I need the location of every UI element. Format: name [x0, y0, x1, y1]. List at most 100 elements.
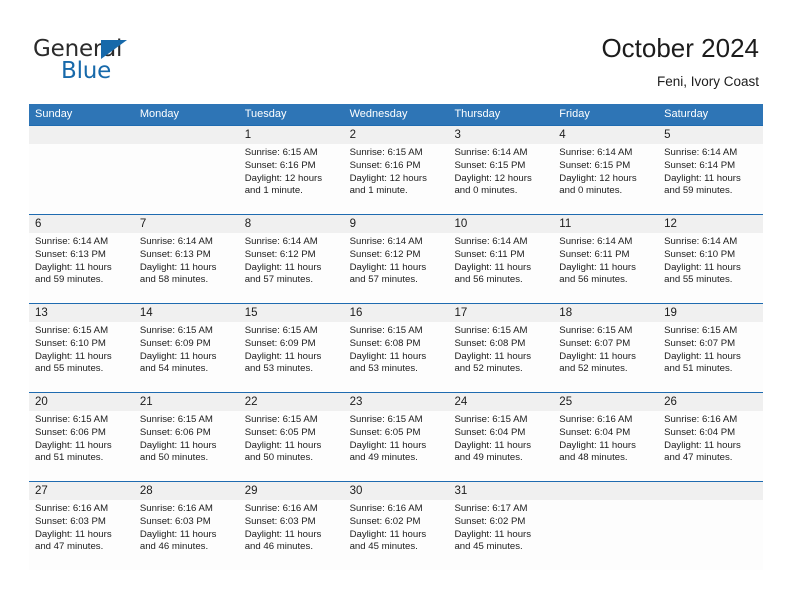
day-cell[interactable]: Sunrise: 6:14 AM Sunset: 6:12 PM Dayligh…: [239, 233, 344, 303]
daylight-text: Daylight: 11 hours: [664, 350, 741, 362]
weekday-header-sunday: Sunday: [35, 108, 73, 120]
day-number[interactable]: 6: [29, 215, 134, 233]
day-cell[interactable]: Sunrise: 6:14 AM Sunset: 6:11 PM Dayligh…: [553, 233, 658, 303]
calendar-week-row: 13 14 15 16 17 18 19 Sunrise: 6:15 AM Su…: [29, 303, 763, 392]
sunrise-text: Sunrise: 6:15 AM: [349, 325, 423, 336]
day-number[interactable]: 24: [448, 393, 553, 411]
day-number[interactable]: 18: [553, 304, 658, 322]
day-number[interactable]: 31: [448, 482, 553, 500]
sunset-text: Sunset: 6:07 PM: [559, 337, 631, 349]
day-cell[interactable]: Sunrise: 6:14 AM Sunset: 6:15 PM Dayligh…: [553, 144, 658, 214]
day-number[interactable]: 26: [658, 393, 763, 411]
sunset-text: Sunset: 6:10 PM: [664, 248, 736, 260]
day-cell[interactable]: Sunrise: 6:15 AM Sunset: 6:09 PM Dayligh…: [134, 322, 239, 392]
day-cell[interactable]: Sunrise: 6:15 AM Sunset: 6:07 PM Dayligh…: [553, 322, 658, 392]
day-number[interactable]: 8: [239, 215, 344, 233]
day-number[interactable]: 4: [553, 126, 658, 144]
daylight-text-cont: and 45 minutes.: [349, 541, 418, 553]
day-number[interactable]: [134, 126, 239, 144]
day-number[interactable]: 15: [239, 304, 344, 322]
day-number[interactable]: 3: [448, 126, 553, 144]
day-number[interactable]: 30: [344, 482, 449, 500]
day-number[interactable]: 25: [553, 393, 658, 411]
sunset-text: Sunset: 6:13 PM: [139, 248, 211, 260]
week-date-band: 27 28 29 30 31: [29, 482, 763, 500]
daylight-text-cont: and 55 minutes.: [35, 363, 104, 375]
day-cell[interactable]: Sunrise: 6:14 AM Sunset: 6:11 PM Dayligh…: [448, 233, 553, 303]
day-cell[interactable]: [134, 144, 239, 214]
day-cell[interactable]: Sunrise: 6:15 AM Sunset: 6:09 PM Dayligh…: [239, 322, 344, 392]
day-cell[interactable]: Sunrise: 6:15 AM Sunset: 6:05 PM Dayligh…: [344, 411, 449, 481]
day-number[interactable]: [29, 126, 134, 144]
day-cell[interactable]: Sunrise: 6:16 AM Sunset: 6:02 PM Dayligh…: [344, 500, 449, 570]
sunrise-text: Sunrise: 6:14 AM: [244, 236, 318, 247]
day-number[interactable]: 21: [134, 393, 239, 411]
day-cell[interactable]: [553, 500, 658, 570]
day-cell[interactable]: Sunrise: 6:15 AM Sunset: 6:04 PM Dayligh…: [448, 411, 553, 481]
daylight-text-cont: and 53 minutes.: [349, 363, 418, 375]
day-cell[interactable]: [658, 500, 763, 570]
day-number[interactable]: 11: [553, 215, 658, 233]
daylight-text: Daylight: 11 hours: [349, 439, 427, 451]
sunrise-text: Sunrise: 6:15 AM: [35, 414, 109, 425]
day-cell[interactable]: Sunrise: 6:14 AM Sunset: 6:15 PM Dayligh…: [448, 144, 553, 214]
sunrise-text: Sunrise: 6:15 AM: [139, 414, 213, 425]
day-cell[interactable]: Sunrise: 6:16 AM Sunset: 6:03 PM Dayligh…: [239, 500, 344, 570]
day-cell[interactable]: Sunrise: 6:16 AM Sunset: 6:04 PM Dayligh…: [553, 411, 658, 481]
day-cell[interactable]: Sunrise: 6:14 AM Sunset: 6:13 PM Dayligh…: [134, 233, 239, 303]
day-number[interactable]: 13: [29, 304, 134, 322]
week-info-band: Sunrise: 6:15 AM Sunset: 6:16 PM Dayligh…: [29, 144, 763, 214]
day-number[interactable]: 20: [29, 393, 134, 411]
daylight-text: Daylight: 11 hours: [35, 261, 112, 273]
day-cell[interactable]: Sunrise: 6:15 AM Sunset: 6:06 PM Dayligh…: [134, 411, 239, 481]
daylight-text: Daylight: 11 hours: [349, 261, 427, 273]
day-cell[interactable]: Sunrise: 6:15 AM Sunset: 6:10 PM Dayligh…: [29, 322, 134, 392]
day-number[interactable]: 2: [344, 126, 449, 144]
day-number[interactable]: 23: [344, 393, 449, 411]
day-cell[interactable]: Sunrise: 6:15 AM Sunset: 6:06 PM Dayligh…: [29, 411, 134, 481]
sunset-text: Sunset: 6:02 PM: [349, 515, 421, 527]
day-number[interactable]: 27: [29, 482, 134, 500]
day-cell[interactable]: Sunrise: 6:15 AM Sunset: 6:16 PM Dayligh…: [239, 144, 344, 214]
day-number[interactable]: 7: [134, 215, 239, 233]
sunset-text: Sunset: 6:12 PM: [349, 248, 421, 260]
day-cell[interactable]: Sunrise: 6:14 AM Sunset: 6:12 PM Dayligh…: [344, 233, 449, 303]
day-number[interactable]: 12: [658, 215, 763, 233]
day-cell[interactable]: Sunrise: 6:15 AM Sunset: 6:05 PM Dayligh…: [239, 411, 344, 481]
day-cell[interactable]: Sunrise: 6:17 AM Sunset: 6:02 PM Dayligh…: [448, 500, 553, 570]
day-cell[interactable]: Sunrise: 6:16 AM Sunset: 6:03 PM Dayligh…: [29, 500, 134, 570]
day-number[interactable]: 28: [134, 482, 239, 500]
sunset-text: Sunset: 6:16 PM: [244, 159, 316, 171]
daylight-text: Daylight: 11 hours: [244, 261, 322, 273]
day-number[interactable]: 19: [658, 304, 763, 322]
day-number[interactable]: 16: [344, 304, 449, 322]
day-cell[interactable]: Sunrise: 6:16 AM Sunset: 6:04 PM Dayligh…: [658, 411, 763, 481]
day-number[interactable]: 29: [239, 482, 344, 500]
day-number[interactable]: 1: [239, 126, 344, 144]
day-cell[interactable]: Sunrise: 6:15 AM Sunset: 6:16 PM Dayligh…: [344, 144, 449, 214]
page-header: General Blue October 2024 Feni, Ivory Co…: [0, 0, 792, 104]
day-number[interactable]: 10: [448, 215, 553, 233]
day-cell[interactable]: Sunrise: 6:16 AM Sunset: 6:03 PM Dayligh…: [134, 500, 239, 570]
day-cell[interactable]: Sunrise: 6:15 AM Sunset: 6:08 PM Dayligh…: [448, 322, 553, 392]
day-number[interactable]: 5: [658, 126, 763, 144]
day-number[interactable]: 22: [239, 393, 344, 411]
day-number[interactable]: 9: [344, 215, 449, 233]
day-number[interactable]: 14: [134, 304, 239, 322]
day-cell[interactable]: [29, 144, 134, 214]
sunset-text: Sunset: 6:11 PM: [454, 248, 525, 260]
day-cell[interactable]: Sunrise: 6:14 AM Sunset: 6:10 PM Dayligh…: [658, 233, 763, 303]
day-cell[interactable]: Sunrise: 6:14 AM Sunset: 6:14 PM Dayligh…: [658, 144, 763, 214]
day-cell[interactable]: Sunrise: 6:15 AM Sunset: 6:08 PM Dayligh…: [344, 322, 449, 392]
day-number[interactable]: 17: [448, 304, 553, 322]
week-info-band: Sunrise: 6:15 AM Sunset: 6:06 PM Dayligh…: [29, 411, 763, 481]
day-cell[interactable]: Sunrise: 6:15 AM Sunset: 6:07 PM Dayligh…: [658, 322, 763, 392]
day-cell[interactable]: Sunrise: 6:14 AM Sunset: 6:13 PM Dayligh…: [29, 233, 134, 303]
day-number[interactable]: [658, 482, 763, 500]
week-date-band: 1 2 3 4 5: [29, 126, 763, 144]
daylight-text: Daylight: 11 hours: [139, 261, 217, 273]
daylight-text-cont: and 59 minutes.: [35, 274, 104, 286]
sunrise-text: Sunrise: 6:16 AM: [244, 503, 318, 514]
sunrise-text: Sunrise: 6:14 AM: [664, 236, 738, 247]
day-number[interactable]: [553, 482, 658, 500]
